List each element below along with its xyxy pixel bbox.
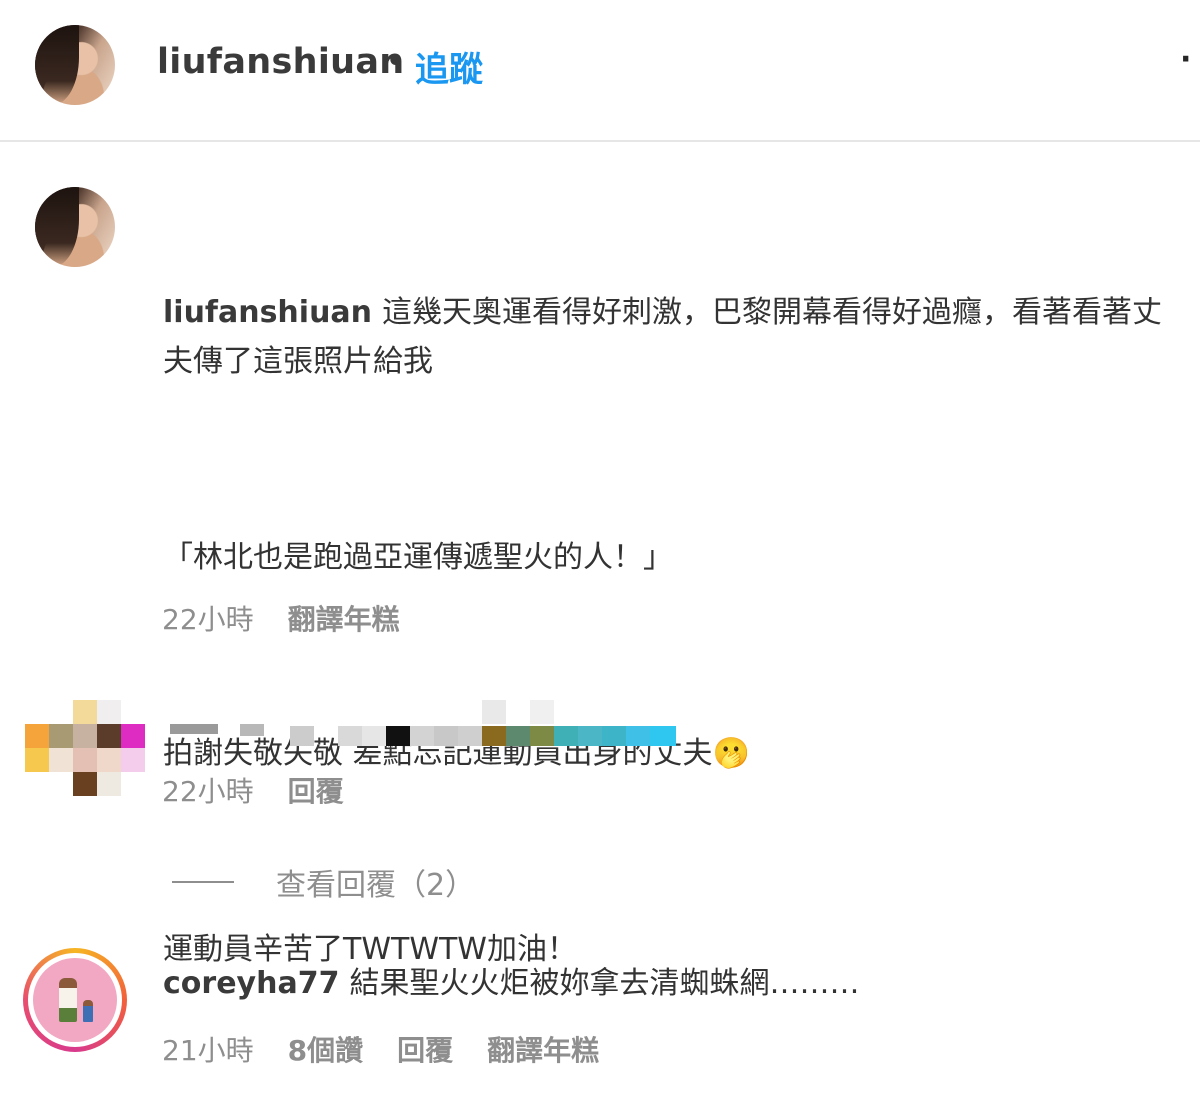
pixel-block	[97, 724, 121, 748]
pixel-block	[121, 724, 145, 748]
post-header: liufanshiuan • 追蹤 ·	[0, 0, 1200, 142]
pixel-block	[73, 700, 97, 724]
pixel-block	[73, 748, 97, 772]
separator-dot: •	[386, 44, 406, 79]
pixel-block	[386, 726, 410, 746]
caption-meta: 22小時 翻譯年糕	[162, 598, 400, 638]
commenter-avatar	[33, 958, 117, 1042]
pixel-block	[240, 724, 264, 736]
pixel-block	[482, 726, 506, 746]
caption-paragraph: 「林北也是跑過亞運傳遞聖火的人！」	[163, 540, 673, 575]
avatar-figure-child	[83, 1000, 93, 1022]
pixelated-avatar[interactable]	[25, 700, 147, 796]
caption-username[interactable]: liufanshiuan	[163, 295, 372, 330]
pixel-block	[506, 726, 530, 746]
pixel-block	[362, 726, 386, 746]
pixel-block	[73, 724, 97, 748]
story-ring-avatar[interactable]	[23, 948, 127, 1052]
pixelated-comment-text	[170, 700, 680, 748]
pixel-block	[338, 726, 362, 746]
view-replies-label: 查看回覆（2）	[276, 868, 476, 903]
pixel-block	[530, 726, 554, 746]
pixel-block	[410, 726, 434, 746]
avatar-hair-shape	[35, 25, 79, 105]
comment-meta: 22小時 回覆	[162, 770, 344, 810]
comment-text: coreyha77 結果聖火火炬被妳拿去清蜘蛛網………	[163, 960, 859, 1008]
comment-body: 結果聖火火炬被妳拿去清蜘蛛網………	[349, 966, 860, 1001]
pixel-block	[290, 726, 314, 746]
avatar-hair-shape	[35, 187, 79, 267]
pixel-block	[602, 726, 626, 746]
pixel-block	[97, 748, 121, 772]
pixel-block	[97, 772, 121, 796]
comment-timestamp[interactable]: 21小時	[162, 1029, 254, 1069]
pixel-block	[73, 772, 97, 796]
pixel-block	[49, 748, 73, 772]
pixel-block	[97, 700, 121, 724]
pixel-block	[121, 748, 145, 772]
pixel-block	[170, 724, 218, 734]
reply-button[interactable]: 回覆	[288, 770, 344, 810]
pixel-block	[25, 748, 49, 772]
pixel-block	[458, 726, 482, 746]
caption-timestamp[interactable]: 22小時	[162, 598, 254, 638]
likes-count[interactable]: 8個讚	[288, 1029, 363, 1069]
pixel-block	[49, 724, 73, 748]
pixel-block	[650, 726, 676, 746]
caption-author-avatar[interactable]	[35, 187, 115, 267]
more-options-icon[interactable]: ·	[1180, 42, 1191, 77]
avatar-figure-adult	[59, 978, 77, 1022]
comment-meta: 21小時 8個讚 回覆 翻譯年糕	[162, 1029, 599, 1069]
view-replies-button[interactable]: 查看回覆（2）	[172, 860, 475, 904]
pixel-block	[578, 726, 602, 746]
pixel-block	[554, 726, 578, 746]
commenter-username[interactable]: coreyha77	[163, 966, 339, 1001]
translate-button[interactable]: 翻譯年糕	[288, 598, 400, 638]
pixel-block	[482, 700, 506, 724]
pixel-block	[434, 726, 458, 746]
author-username[interactable]: liufanshiuan	[157, 42, 404, 82]
comment-timestamp[interactable]: 22小時	[162, 770, 254, 810]
pixel-block	[530, 700, 554, 724]
story-ring-inner	[28, 953, 122, 1047]
replies-divider-line	[172, 881, 234, 883]
reply-button[interactable]: 回覆	[397, 1029, 453, 1069]
translate-button[interactable]: 翻譯年糕	[487, 1029, 599, 1069]
caption-paragraph: liufanshiuan 這幾天奧運看得好刺激，巴黎開幕看得好過癮，看著看著丈夫傳…	[163, 288, 1173, 386]
follow-button[interactable]: 追蹤	[415, 42, 483, 91]
pixel-block	[25, 724, 49, 748]
pixel-block	[626, 726, 650, 746]
author-avatar[interactable]	[35, 25, 115, 105]
